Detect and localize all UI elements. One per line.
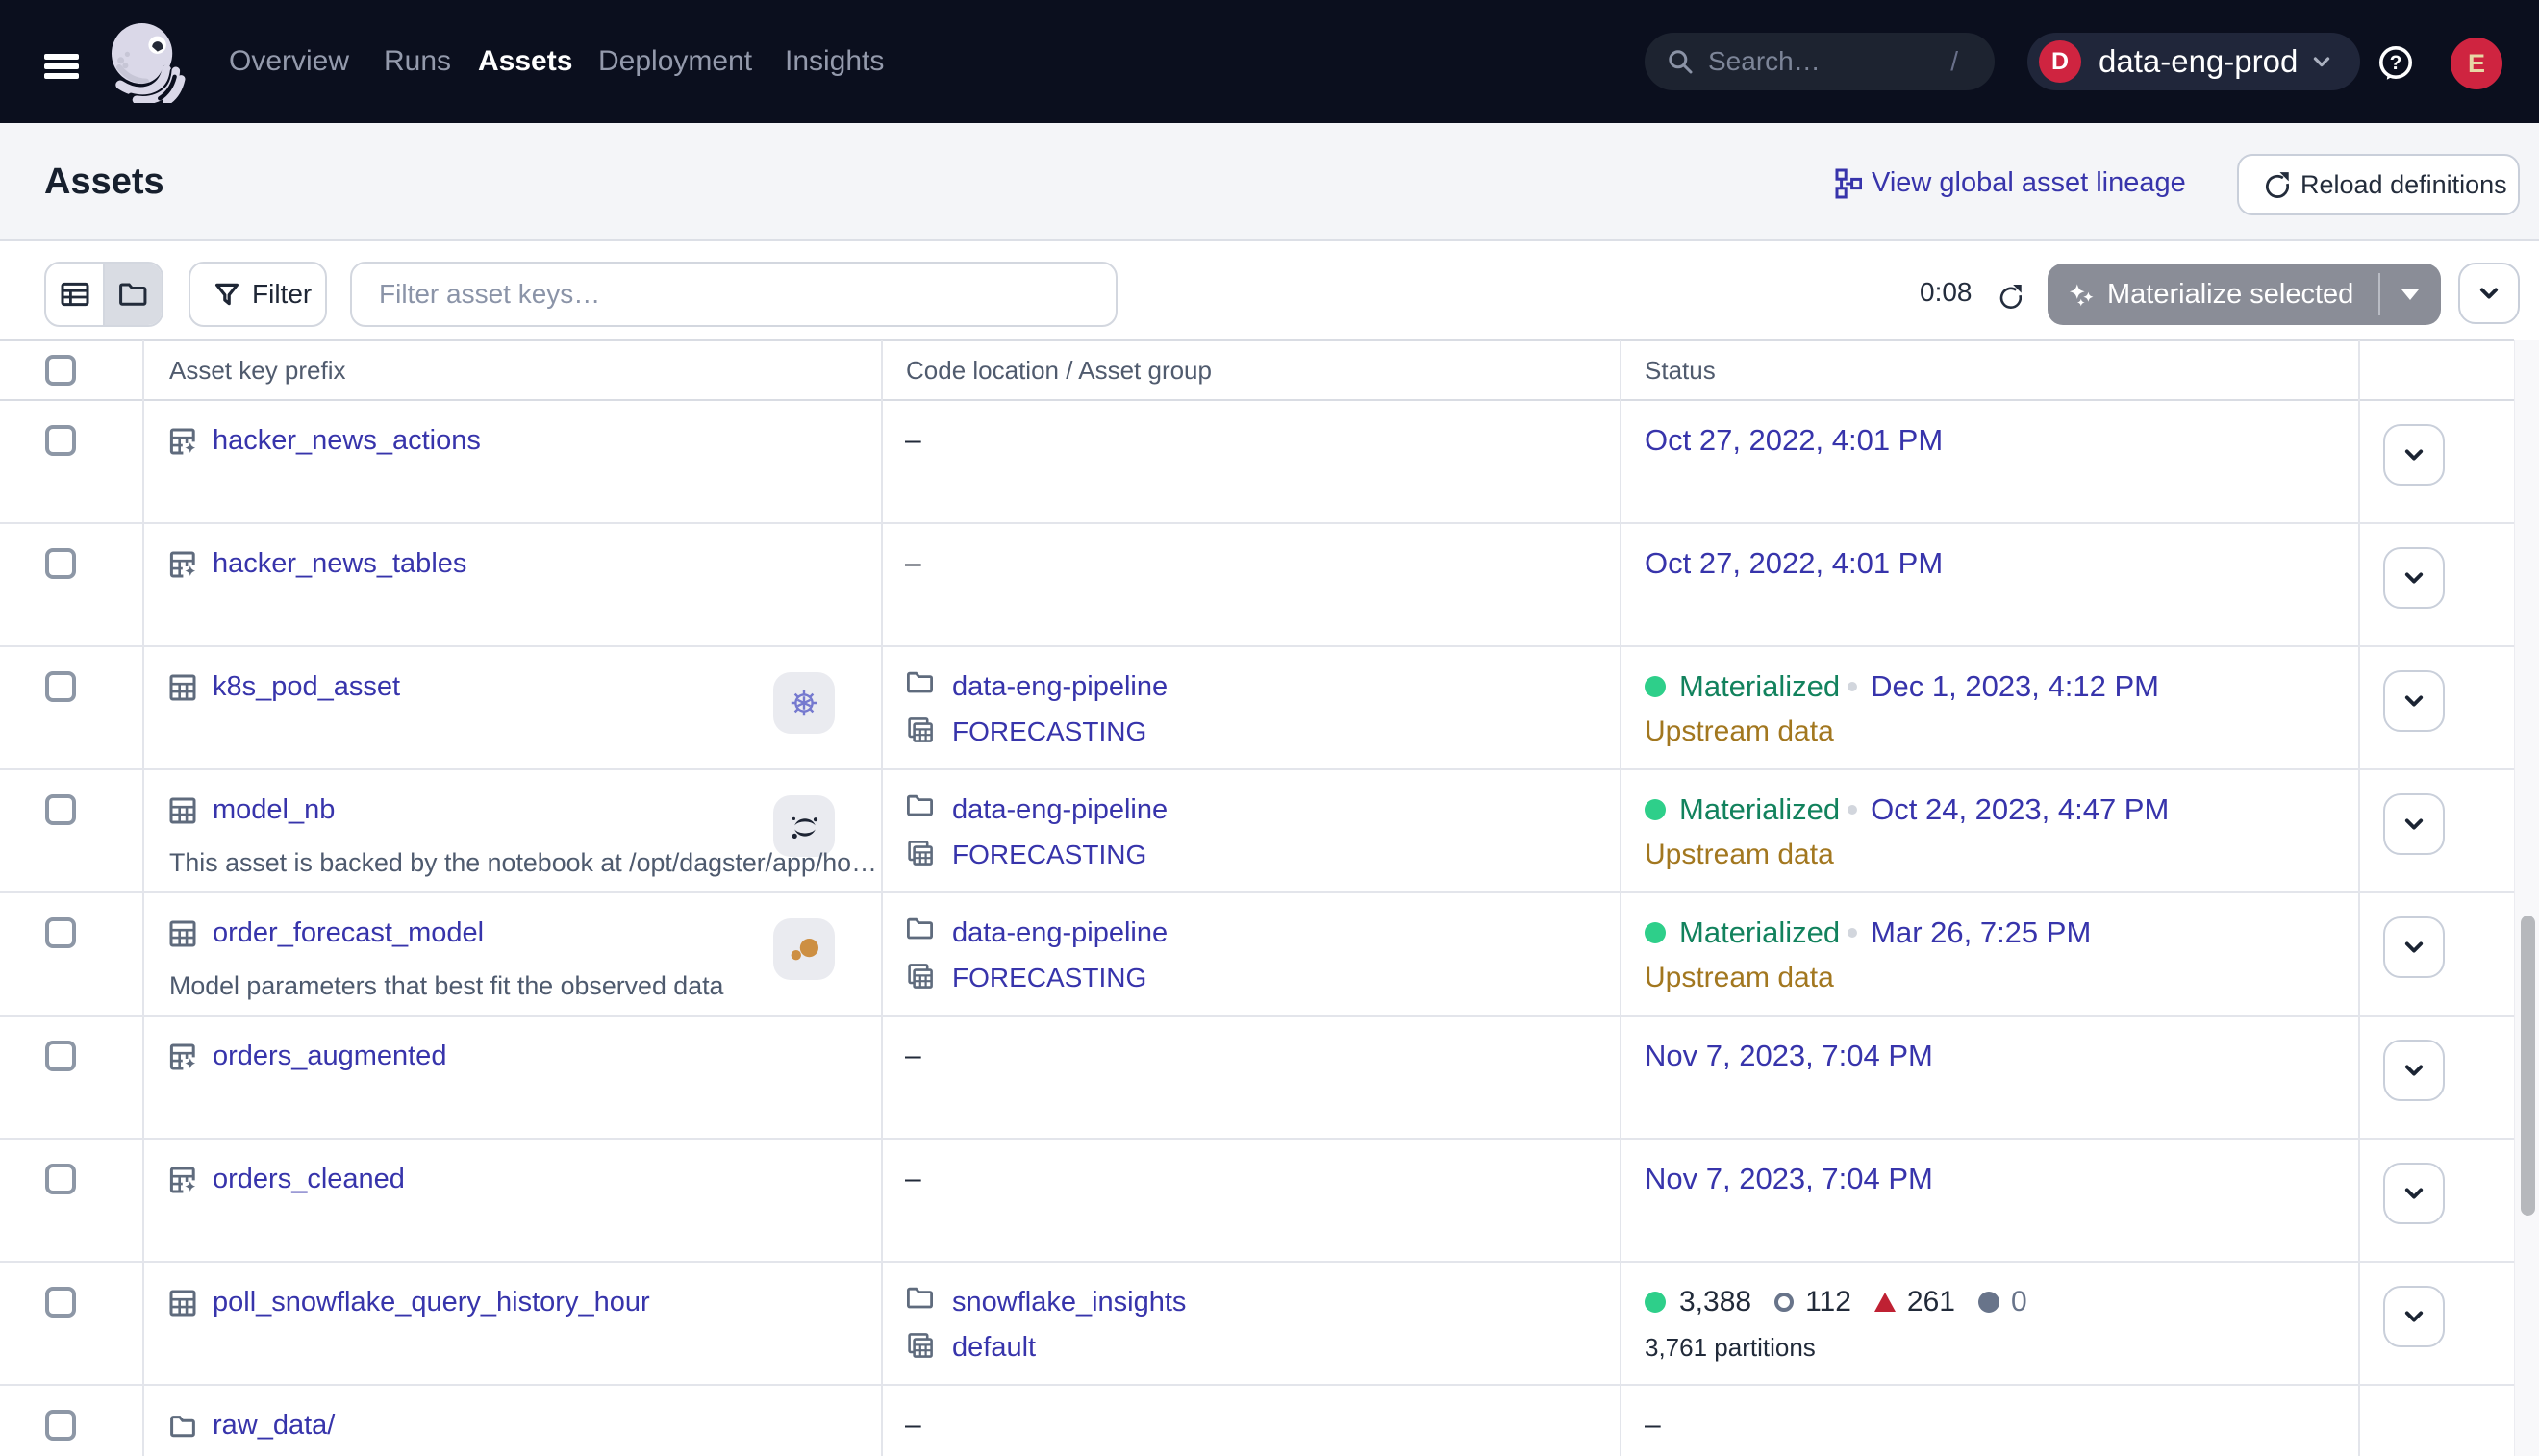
svg-text:?: ? xyxy=(2390,52,2402,74)
